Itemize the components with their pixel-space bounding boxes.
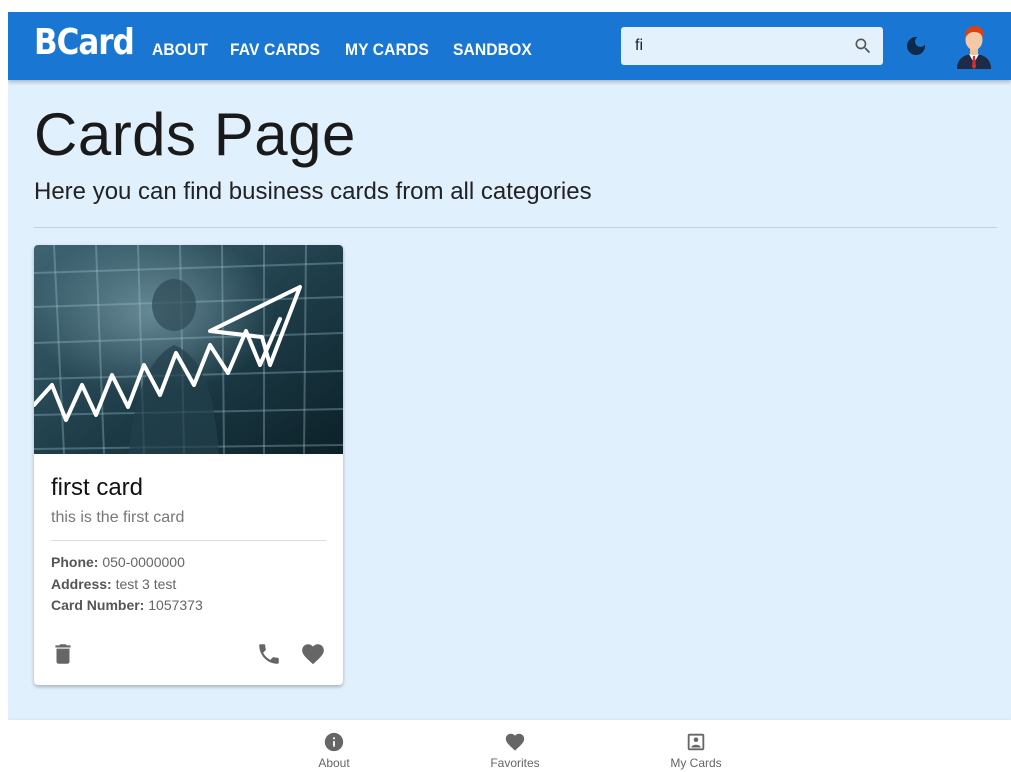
card-phone-row: Phone: 050-0000000 — [51, 552, 203, 574]
user-avatar[interactable] — [954, 23, 994, 69]
card-phone-value: 050-0000000 — [102, 554, 185, 570]
bottom-nav-my-cards[interactable]: My Cards — [646, 720, 746, 772]
nav-sandbox[interactable]: SANDBOX — [453, 40, 532, 60]
info-icon — [324, 732, 344, 752]
page-divider — [34, 227, 997, 228]
card-title: first card — [51, 474, 144, 501]
bottom-nav-favorites-label: Favorites — [490, 756, 540, 770]
dark-mode-icon[interactable] — [904, 34, 928, 58]
phone-icon[interactable] — [256, 641, 282, 667]
card-info: Phone: 050-0000000 Address: test 3 test … — [51, 552, 203, 617]
bottom-nav-favorites[interactable]: Favorites — [465, 720, 565, 772]
nav-my-cards[interactable]: MY CARDS — [345, 40, 429, 60]
card-address-row: Address: test 3 test — [51, 574, 203, 596]
card-image — [34, 245, 343, 454]
bottom-nav-about[interactable]: About — [284, 720, 384, 772]
card-phone-label: Phone: — [51, 554, 99, 570]
search-icon[interactable] — [853, 36, 873, 56]
card-number-value: 1057373 — [148, 597, 203, 613]
search-input[interactable] — [621, 27, 841, 65]
delete-icon[interactable] — [50, 641, 76, 667]
search-box — [621, 27, 883, 65]
card-subtitle: this is the first card — [51, 509, 185, 526]
bottom-nav-my-cards-label: My Cards — [670, 756, 722, 770]
main-nav: ABOUT FAV CARDS MY CARDS SANDBOX — [152, 40, 539, 60]
card-address-value: test 3 test — [115, 575, 177, 592]
app-bar: BCard ABOUT FAV CARDS MY CARDS SANDBOX — [8, 12, 1011, 80]
bottom-navigation: About Favorites My Cards — [8, 720, 1011, 772]
page-subtitle: Here you can find business cards from al… — [34, 178, 592, 205]
card-number-label: Card Number: — [51, 597, 145, 613]
card-address-label: Address: — [51, 575, 112, 592]
card-divider — [51, 540, 326, 541]
business-card[interactable]: first card this is the first card Phone:… — [34, 245, 343, 685]
page-title: Cards Page — [34, 101, 356, 168]
card-number-row: Card Number: 1057373 — [51, 595, 203, 617]
nav-about[interactable]: ABOUT — [152, 40, 208, 60]
heart-icon — [505, 733, 525, 751]
app-frame: BCard ABOUT FAV CARDS MY CARDS SANDBOX C… — [8, 12, 1011, 772]
bottom-nav-about-label: About — [318, 756, 350, 770]
favorite-heart-icon[interactable] — [300, 641, 326, 667]
logo[interactable]: BCard — [34, 22, 135, 63]
contact-card-icon — [687, 733, 705, 751]
nav-fav-cards[interactable]: FAV CARDS — [230, 40, 320, 60]
